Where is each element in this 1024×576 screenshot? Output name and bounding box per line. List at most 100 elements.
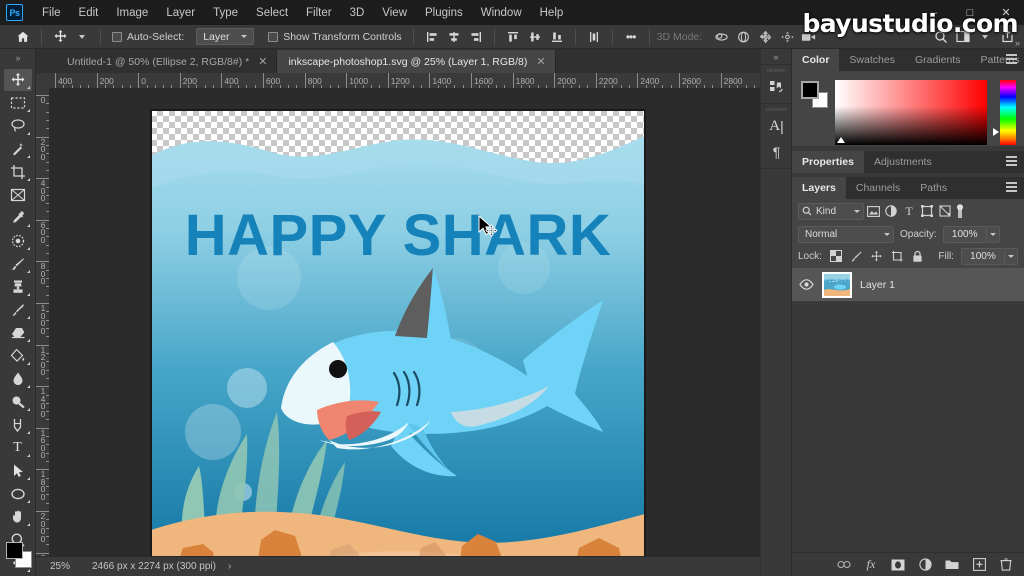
ruler-corner[interactable] [36, 73, 50, 89]
align-top-edges-icon[interactable] [502, 27, 524, 47]
tool-clone-stamp[interactable] [4, 276, 32, 298]
menu-filter[interactable]: Filter [297, 3, 341, 23]
smart-object-filter-icon[interactable] [936, 202, 954, 220]
horizontal-ruler[interactable]: 400 200 0 200 400 600 800 1000 1200 1400 1600 1800 2… [50, 73, 760, 89]
show-transform-checkbox-box[interactable] [268, 31, 279, 42]
zoom-level-field[interactable]: 25% [36, 561, 92, 572]
menu-view[interactable]: View [373, 3, 416, 23]
link-layers-icon[interactable] [837, 558, 851, 572]
color-ramp[interactable] [835, 80, 987, 145]
menu-select[interactable]: Select [247, 3, 297, 23]
filter-toggle-switch[interactable] [954, 203, 965, 219]
tool-spot-healing-brush[interactable] [4, 230, 32, 252]
layer-kind-select[interactable]: Kind [798, 202, 864, 220]
menu-help[interactable]: Help [531, 3, 573, 23]
close-icon[interactable]: ✕ [258, 55, 267, 68]
tab-layers[interactable]: Layers [792, 177, 846, 199]
move-tool-options-caret[interactable] [71, 27, 93, 47]
menu-type[interactable]: Type [204, 3, 247, 23]
lock-all-icon[interactable] [911, 248, 925, 264]
adjustment-layers-filter-icon[interactable] [882, 202, 900, 220]
color-swatches[interactable] [6, 542, 32, 568]
tool-pen[interactable] [4, 414, 32, 436]
orbit-3d-icon[interactable] [710, 27, 732, 47]
lock-position-icon[interactable] [870, 248, 884, 264]
show-transform-controls-checkbox[interactable]: Show Transform Controls [264, 31, 405, 43]
tool-hand[interactable] [4, 506, 32, 528]
right-dock-collapse-icon[interactable]: » [1015, 38, 1020, 48]
toolbar-collapse-icon[interactable]: » [0, 51, 36, 65]
tool-object-selection[interactable] [4, 138, 32, 160]
new-layer-icon[interactable] [972, 558, 986, 572]
layer-thumbnail[interactable]: HAPPY SHARK [822, 271, 852, 298]
menu-layer[interactable]: Layer [157, 3, 204, 23]
tool-horizontal-type[interactable]: T [4, 437, 32, 459]
pan-3d-icon[interactable] [754, 27, 776, 47]
home-icon[interactable] [12, 27, 34, 47]
slide-3d-icon[interactable] [776, 27, 798, 47]
shape-layers-filter-icon[interactable] [918, 202, 936, 220]
tool-blur[interactable] [4, 368, 32, 390]
menu-image[interactable]: Image [107, 3, 157, 23]
document-tab-inkscape-photoshop1[interactable]: inkscape-photoshop1.svg @ 25% (Layer 1, … [277, 50, 556, 73]
hue-slider[interactable] [1000, 80, 1016, 145]
align-bottom-edges-icon[interactable] [546, 27, 568, 47]
blend-mode-select[interactable]: Normal [798, 225, 894, 243]
distribute-icon[interactable] [583, 27, 605, 47]
tool-rectangular-marquee[interactable] [4, 92, 32, 114]
tool-lasso[interactable] [4, 115, 32, 137]
new-adjustment-layer-icon[interactable] [918, 558, 932, 572]
panel-menu-icon[interactable] [1006, 49, 1017, 71]
align-vertical-centers-icon[interactable] [524, 27, 546, 47]
menu-3d[interactable]: 3D [341, 3, 374, 23]
tool-eraser[interactable] [4, 322, 32, 344]
panel-menu-icon[interactable] [1006, 151, 1017, 173]
align-left-edges-icon[interactable] [421, 27, 443, 47]
panel-menu-icon[interactable] [1006, 177, 1017, 199]
foreground-color-swatch[interactable] [6, 542, 23, 559]
character-panel-icon[interactable]: A | [761, 113, 792, 139]
tab-color[interactable]: Color [792, 49, 840, 71]
tool-move[interactable] [3, 69, 32, 91]
pixel-layers-filter-icon[interactable] [864, 202, 882, 220]
tab-channels[interactable]: Channels [845, 177, 911, 199]
tool-frame[interactable] [4, 184, 32, 206]
delete-layer-icon[interactable] [999, 558, 1013, 572]
color-panel-foreground-swatch[interactable] [801, 81, 819, 99]
layer-row-layer-1[interactable]: HAPPY SHARK Layer 1 [792, 268, 1024, 302]
more-options-button[interactable]: ••• [620, 27, 642, 47]
tool-ellipse[interactable] [4, 483, 32, 505]
fill-value-field[interactable]: 100% [960, 247, 1005, 265]
tool-history-brush[interactable] [4, 299, 32, 321]
menu-edit[interactable]: Edit [70, 3, 108, 23]
paragraph-panel-icon[interactable]: ¶ [761, 139, 792, 165]
auto-select-checkbox[interactable]: Auto-Select: [108, 31, 188, 43]
vertical-ruler[interactable]: 0200400600800100012001400160018002000220… [36, 89, 50, 556]
align-right-edges-icon[interactable] [465, 27, 487, 47]
align-horizontal-centers-icon[interactable] [443, 27, 465, 47]
libraries-icon[interactable] [761, 74, 792, 100]
auto-select-checkbox-box[interactable] [112, 31, 122, 42]
new-group-icon[interactable] [945, 558, 959, 572]
type-layers-filter-icon[interactable]: T [900, 202, 918, 220]
tool-crop[interactable] [4, 161, 32, 183]
move-tool-icon[interactable] [49, 27, 71, 47]
tab-paths[interactable]: Paths [910, 177, 958, 199]
close-icon[interactable]: ✕ [536, 55, 545, 68]
tab-properties[interactable]: Properties [792, 151, 864, 173]
dock-collapse-icon[interactable]: « [761, 49, 791, 64]
menu-plugins[interactable]: Plugins [416, 3, 472, 23]
eye-icon[interactable] [798, 279, 814, 290]
status-menu-arrow-icon[interactable]: › [228, 561, 231, 572]
tab-gradients[interactable]: Gradients [904, 49, 971, 71]
tab-adjustments[interactable]: Adjustments [863, 151, 942, 173]
lock-artboard-nesting-icon[interactable] [890, 248, 904, 264]
opacity-stepper-caret[interactable] [986, 225, 1000, 243]
tab-swatches[interactable]: Swatches [839, 49, 905, 71]
tool-gradient[interactable] [4, 345, 32, 367]
layer-target-select[interactable]: Layer [196, 28, 255, 45]
canvas-viewport[interactable]: HAPPY SHARK [50, 89, 760, 556]
menu-window[interactable]: Window [472, 3, 531, 23]
add-layer-mask-icon[interactable] [891, 558, 905, 572]
document-tab-untitled1[interactable]: Untitled-1 @ 50% (Ellipse 2, RGB/8#) * ✕ [56, 50, 278, 73]
